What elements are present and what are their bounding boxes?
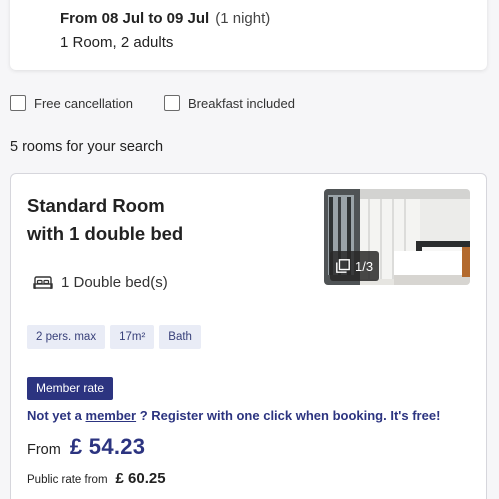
gallery-icon xyxy=(336,259,350,273)
public-rate-row: Public rate from £ 60.25 xyxy=(27,470,166,487)
bed-label: 1 Double bed(s) xyxy=(61,274,168,291)
filter-label: Breakfast included xyxy=(188,95,295,111)
bed-info: 1 Double bed(s) xyxy=(33,274,168,291)
photo-counter-text: 1/3 xyxy=(355,258,374,274)
member-promo-prefix: Not yet a xyxy=(27,408,86,423)
price-row: From £ 54.23 xyxy=(27,434,145,460)
room-title-line-1: Standard Room xyxy=(27,195,165,216)
room-title[interactable]: Standard Room with 1 double bed xyxy=(27,192,287,248)
price-from-label: From xyxy=(27,442,61,458)
stay-summary-card[interactable]: From 08 Jul to 09 Jul (1 night) 1 Room, 2… xyxy=(10,0,487,70)
tag-bath: Bath xyxy=(159,325,201,349)
room-title-line-2: with 1 double bed xyxy=(27,223,184,244)
stay-guests: 1 Room, 2 adults xyxy=(60,34,174,51)
free-cancellation-checkbox[interactable] xyxy=(10,95,26,111)
stay-date-range: From 08 Jul to 09 Jul xyxy=(60,10,210,27)
filter-free-cancellation[interactable]: Free cancellation xyxy=(10,95,133,111)
member-price: £ 54.23 xyxy=(69,434,146,459)
member-promo-suffix: ? Register with one click when booking. … xyxy=(136,408,441,423)
public-rate-label: Public rate from xyxy=(27,474,108,486)
tag-capacity: 2 pers. max xyxy=(27,325,106,349)
tag-size: 17m² xyxy=(110,325,155,349)
room-photo[interactable]: 1/3 xyxy=(324,189,470,285)
filter-label: Free cancellation xyxy=(34,95,133,111)
room-tags: 2 pers. max 17m² Bath xyxy=(27,325,201,349)
filters-bar: Free cancellation Breakfast included xyxy=(10,95,490,113)
member-rate-badge: Member rate xyxy=(27,377,114,400)
public-rate-price: £ 60.25 xyxy=(115,470,166,487)
photo-counter[interactable]: 1/3 xyxy=(330,251,380,281)
stay-dates: From 08 Jul to 09 Jul (1 night) xyxy=(60,10,270,27)
bed-icon xyxy=(33,275,53,289)
room-card: Standard Room with 1 double bed 1/3 1 Do… xyxy=(10,173,487,499)
results-count: 5 rooms for your search xyxy=(10,139,164,155)
filter-breakfast-included[interactable]: Breakfast included xyxy=(164,95,295,111)
stay-nights: (1 night) xyxy=(215,10,271,27)
member-promo: Not yet a member ? Register with one cli… xyxy=(27,408,440,423)
breakfast-included-checkbox[interactable] xyxy=(164,95,180,111)
member-link[interactable]: member xyxy=(86,408,137,423)
